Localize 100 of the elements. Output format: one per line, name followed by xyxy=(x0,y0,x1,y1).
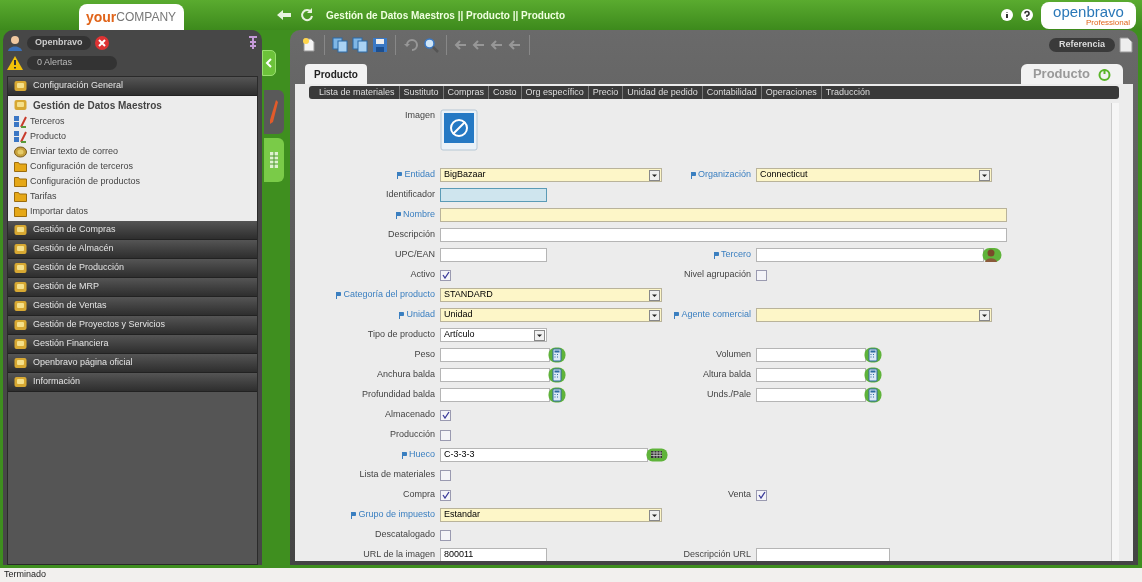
menu-item[interactable]: Gestión de Almacén xyxy=(8,240,257,259)
menu-item[interactable]: Gestión Financiera xyxy=(8,335,257,354)
checkbox[interactable] xyxy=(440,409,451,421)
number-field[interactable] xyxy=(440,348,550,362)
number-field[interactable] xyxy=(756,348,866,362)
checkbox[interactable] xyxy=(440,529,451,541)
field-label: Unidad xyxy=(406,308,435,322)
checkbox[interactable] xyxy=(756,489,767,501)
copy-icon[interactable] xyxy=(332,37,348,53)
checkbox[interactable] xyxy=(756,269,767,281)
module-icon xyxy=(14,224,27,236)
edit-view-tab[interactable] xyxy=(264,90,284,134)
number-field[interactable] xyxy=(440,388,550,402)
number-field[interactable] xyxy=(756,368,866,382)
power-icon[interactable] xyxy=(1098,67,1111,81)
subtab[interactable]: Compras xyxy=(442,85,489,100)
user-name[interactable]: Openbravo xyxy=(27,36,91,50)
subtab[interactable]: Traducción xyxy=(820,85,874,100)
subtab[interactable]: Contabilidad xyxy=(701,85,761,100)
checkbox[interactable] xyxy=(440,269,451,281)
info-icon[interactable] xyxy=(1001,9,1013,21)
back-arrow-icon[interactable] xyxy=(276,9,292,21)
picture-icon[interactable] xyxy=(440,109,478,151)
subtab[interactable]: Org específico xyxy=(520,85,588,100)
number-field[interactable] xyxy=(756,388,866,402)
subtab[interactable]: Sustituto xyxy=(398,85,443,100)
menu-item[interactable]: Enviar texto de correo xyxy=(8,144,257,159)
caret-icon xyxy=(649,309,660,321)
menu-item[interactable]: Información xyxy=(8,373,257,392)
menu-item[interactable]: Openbravo página oficial xyxy=(8,354,257,373)
subtab[interactable]: Unidad de pedido xyxy=(622,85,702,100)
menu-item[interactable]: Gestión de Ventas xyxy=(8,297,257,316)
search-icon[interactable] xyxy=(423,37,439,53)
collapse-button[interactable] xyxy=(262,50,276,76)
field-label: Altura balda xyxy=(702,368,751,382)
menu-item[interactable]: Gestión de Proyectos y Servicios xyxy=(8,316,257,335)
checkbox[interactable] xyxy=(440,429,451,441)
folder-icon xyxy=(14,161,27,172)
tab[interactable]: Producto xyxy=(305,64,367,84)
field-label: Volumen xyxy=(715,348,751,362)
copy-icon[interactable] xyxy=(352,37,368,53)
close-icon[interactable] xyxy=(94,36,109,50)
checkbox[interactable] xyxy=(440,469,451,481)
company-logo: yourCOMPANY xyxy=(78,4,184,30)
field-label: Almacenado xyxy=(384,408,435,422)
menu-item[interactable]: Terceros xyxy=(8,114,257,129)
required-flag-icon xyxy=(399,311,405,319)
reference-button[interactable]: Referencia xyxy=(1048,38,1115,52)
save-icon[interactable] xyxy=(372,37,388,53)
text-field[interactable] xyxy=(440,188,547,202)
field-label: Peso xyxy=(414,348,435,362)
help-icon[interactable] xyxy=(1021,9,1033,21)
text-field[interactable]: C-3-3-3 xyxy=(440,448,648,462)
menu-item[interactable]: Gestión de Compras xyxy=(8,221,257,240)
dropdown-field[interactable]: BigBazaar xyxy=(440,168,662,182)
required-flag-icon xyxy=(714,251,719,259)
menu-item[interactable]: Configuración de terceros xyxy=(8,159,257,174)
menu-item[interactable]: Producto xyxy=(8,129,257,144)
people-icon xyxy=(14,130,27,143)
dropdown-field[interactable]: Artículo xyxy=(440,328,547,342)
grid-icon[interactable] xyxy=(646,448,668,462)
search-field[interactable] xyxy=(756,248,984,262)
field-label: Activo xyxy=(410,268,435,282)
document-icon[interactable] xyxy=(1119,37,1133,53)
checkbox[interactable] xyxy=(440,489,451,501)
text-field[interactable] xyxy=(440,208,1007,222)
dropdown-field[interactable]: Unidad xyxy=(440,308,662,322)
text-field[interactable] xyxy=(440,248,547,262)
number-field[interactable] xyxy=(440,368,550,382)
caret-icon xyxy=(649,289,660,301)
menu-item[interactable]: Gestión de Producción xyxy=(8,259,257,278)
grid-icon xyxy=(269,151,279,169)
text-field[interactable] xyxy=(756,548,890,561)
tree-icon[interactable] xyxy=(248,36,258,50)
folder-icon xyxy=(14,206,27,217)
dropdown-field[interactable] xyxy=(756,308,992,322)
menu-item[interactable]: Gestión de Datos Maestros xyxy=(8,96,257,114)
dropdown-field[interactable]: STANDARD xyxy=(440,288,662,302)
text-field[interactable] xyxy=(440,228,1007,242)
grid-view-tab[interactable] xyxy=(264,138,284,182)
subtab[interactable]: Precio xyxy=(587,85,623,100)
text-field[interactable]: 800011 xyxy=(440,548,547,561)
refresh-icon[interactable] xyxy=(300,8,314,22)
menu-item[interactable]: Configuración de productos xyxy=(8,174,257,189)
menu-item[interactable]: Gestión de MRP xyxy=(8,278,257,297)
caret-icon xyxy=(979,309,990,321)
menu-item[interactable]: Tarifas xyxy=(8,189,257,204)
module-icon xyxy=(14,80,27,92)
menu-item[interactable]: Importar datos xyxy=(8,204,257,219)
scrollbar[interactable] xyxy=(1111,103,1119,561)
subtab[interactable]: Lista de materiales xyxy=(315,85,399,100)
dropdown-field[interactable]: Estandar xyxy=(440,508,662,522)
new-document-icon[interactable] xyxy=(301,37,317,53)
alerts-count[interactable]: 0 Alertas xyxy=(27,56,117,70)
subtab[interactable]: Operaciones xyxy=(760,85,821,100)
subtab[interactable]: Costo xyxy=(488,85,521,100)
field-label: Profundidad balda xyxy=(361,388,435,402)
dropdown-field[interactable]: Connecticut xyxy=(756,168,992,182)
menu-item[interactable]: Configuración General xyxy=(8,77,257,96)
coin-icon xyxy=(14,145,27,158)
